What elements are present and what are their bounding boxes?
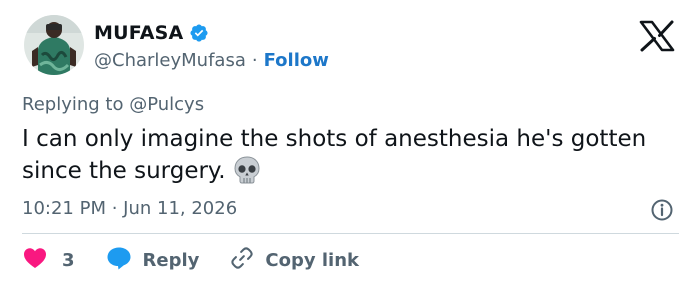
heart-icon [22,246,48,275]
reply-bubble-icon [105,245,133,276]
verified-badge-icon [189,23,209,43]
author-display-name[interactable]: MUFASA [94,22,183,44]
tweet-card: MUFASA @CharleyMufasa · Follow Replying … [0,0,700,287]
follow-button[interactable]: Follow [264,50,329,71]
link-icon [229,245,255,276]
tweet-text-content: I can only imagine the shots of anesthes… [22,126,647,184]
x-logo-icon[interactable] [637,20,677,52]
author-handle[interactable]: @CharleyMufasa [94,50,246,71]
divider [22,233,679,234]
separator-dot: · [251,49,258,71]
reply-label: Reply [142,249,200,271]
author-name-row: MUFASA [94,20,209,46]
tweet-timestamp[interactable]: 10:21 PM · Jun 11, 2026 [22,197,237,221]
reply-button[interactable]: Reply [105,245,200,276]
replying-to-label[interactable]: Replying to @Pulcys [22,93,204,117]
action-bar: 3 Reply Copy link [22,246,359,274]
like-count: 3 [62,249,75,271]
like-button[interactable]: 3 [22,246,75,275]
avatar[interactable] [24,15,84,75]
copy-link-button[interactable]: Copy link [229,245,359,276]
info-icon[interactable] [650,198,674,222]
author-handle-row: @CharleyMufasa · Follow [94,48,329,72]
skull-icon [232,155,262,185]
tweet-text: I can only imagine the shots of anesthes… [22,124,682,187]
copy-link-label: Copy link [265,249,359,271]
